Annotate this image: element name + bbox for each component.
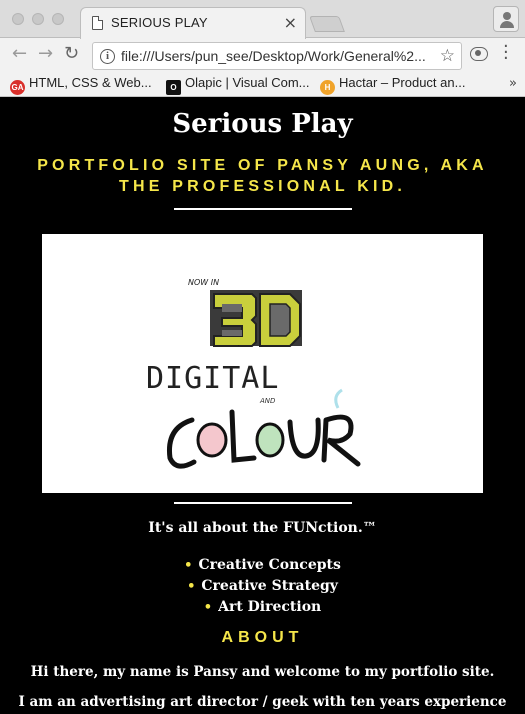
list-item: • Creative Strategy (187, 578, 338, 594)
page-content: Serious Play PORTFOLIO SITE OF PANSY AUN… (0, 97, 525, 714)
hero-3d-letters: 3D (210, 290, 302, 347)
hero-artwork: NOW IN 3D DIGITAL AND COLOUR (146, 278, 361, 487)
bookmarks-overflow-icon[interactable]: » (509, 76, 517, 91)
bookmark-item[interactable]: GA HTML, CSS & Web... (10, 75, 152, 95)
window-minimize-button[interactable] (32, 13, 44, 25)
hero-image: NOW IN 3D DIGITAL AND COLOUR (42, 234, 483, 493)
window-maximize-button[interactable] (52, 13, 64, 25)
about-heading: ABOUT (221, 629, 304, 646)
divider (174, 208, 352, 210)
list-item: • Creative Concepts (184, 557, 341, 573)
tab-serious-play[interactable]: SERIOUS PLAY × (80, 7, 306, 39)
tab-title: SERIOUS PLAY (111, 15, 208, 30)
list-item: • Art Direction (203, 599, 322, 615)
new-tab-button[interactable] (309, 16, 345, 32)
bullet-icon: • (203, 600, 213, 615)
window-close-button[interactable] (12, 13, 24, 25)
bookmark-label: HTML, CSS & Web... (29, 75, 152, 90)
address-bar[interactable]: i file:///Users/pun_see/Desktop/Work/Gen… (92, 42, 462, 70)
bookmark-label: Olapic | Visual Com... (185, 75, 310, 90)
bookmark-item[interactable]: O Olapic | Visual Com... (166, 75, 310, 95)
ga-icon: GA (10, 80, 25, 95)
bookmark-label: Hactar – Product an... (339, 75, 466, 90)
bookmarks-bar: GA HTML, CSS & Web... O Olapic | Visual Co… (0, 72, 525, 97)
document-icon (92, 16, 103, 30)
hero-small-text: NOW IN (188, 278, 219, 287)
tab-close-icon[interactable]: × (284, 13, 297, 32)
back-button[interactable]: ← (12, 43, 27, 64)
forward-button[interactable]: → (38, 43, 53, 64)
url-text[interactable]: file:///Users/pun_see/Desktop/Work/Gener… (121, 48, 426, 64)
hero-and-text: AND (259, 397, 276, 405)
menu-kebab-icon[interactable]: · · · (503, 38, 509, 68)
about-paragraph: I am an advertising art director / geek … (18, 694, 507, 710)
hactar-icon: H (320, 80, 335, 95)
bookmark-item[interactable]: H Hactar – Product an... (320, 75, 466, 95)
tagline: It's all about the FUNction.™ (148, 520, 377, 536)
profile-button[interactable] (493, 6, 519, 32)
olapic-icon: O (166, 80, 181, 95)
divider (174, 502, 352, 504)
hero-digital-text: DIGITAL (146, 361, 279, 396)
site-title: Serious Play (172, 109, 353, 139)
svg-text:COLOUR: COLOUR (170, 485, 175, 487)
info-icon[interactable]: i (100, 49, 115, 64)
bullet-icon: • (187, 579, 196, 594)
bullet-icon: • (184, 558, 193, 573)
reload-button[interactable]: ↻ (64, 43, 79, 64)
browser-chrome: SERIOUS PLAY × ← → ↻ i file:///Users/pun… (0, 0, 525, 97)
bookmark-star-icon[interactable]: ☆ (440, 46, 455, 66)
person-icon (503, 12, 511, 20)
extension-icon[interactable] (470, 47, 488, 61)
tab-strip: SERIOUS PLAY × (0, 0, 525, 39)
services-list: • Creative Concepts • Creative Strategy • A… (0, 555, 525, 618)
toolbar: ← → ↻ i file:///Users/pun_see/Desktop/Wo… (0, 38, 525, 72)
site-subtitle: PORTFOLIO SITE OF PANSY AUNG, AKA THE PR… (37, 157, 488, 195)
about-paragraph: Hi there, my name is Pansy and welcome t… (30, 664, 495, 680)
